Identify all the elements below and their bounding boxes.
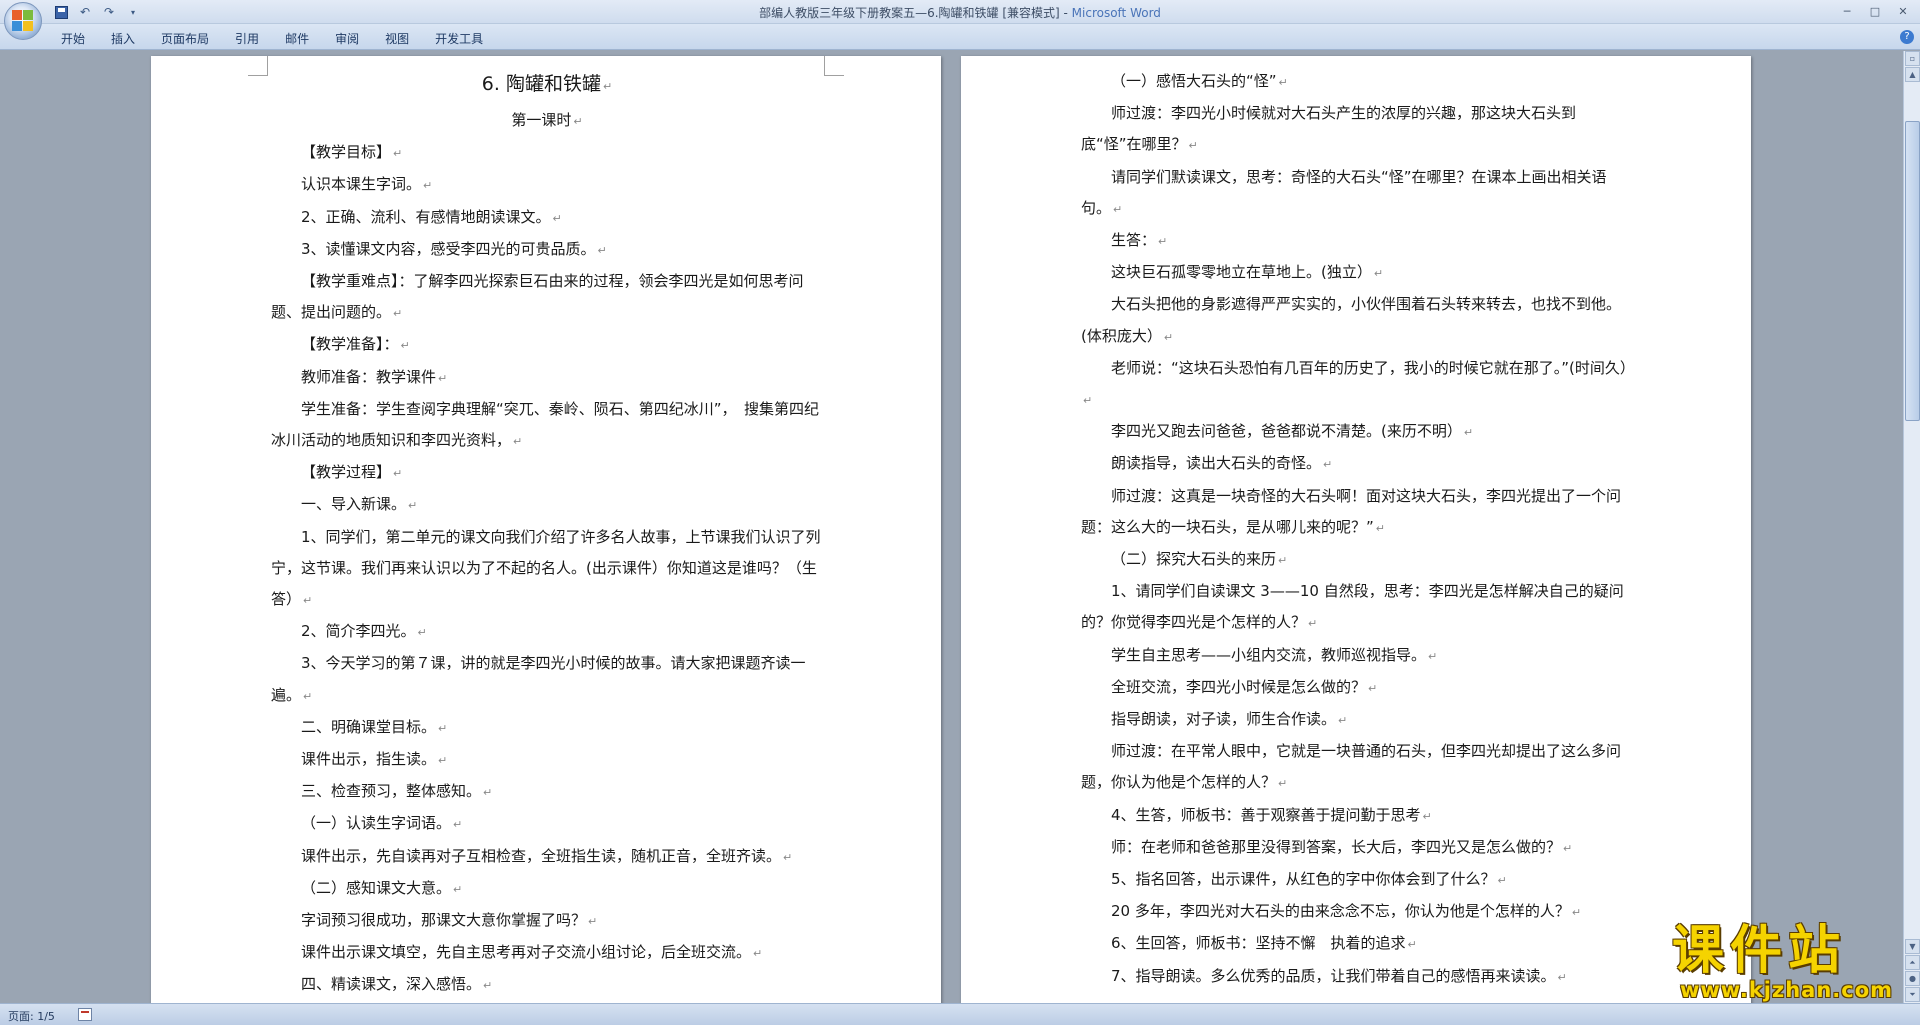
paragraph: 朗读指导，读出大石头的奇怪。 — [1081, 448, 1633, 480]
arrow-down-icon: ▼ — [1909, 942, 1916, 951]
document-area[interactable]: 6. 陶罐和铁罐 第一课时 【教学目标】 认识本课生字词。 2、正确、流利、有感… — [0, 51, 1903, 1003]
office-button[interactable] — [4, 2, 42, 40]
document-title: 部编人教版三年级下册教案五—6.陶罐和铁罐 [兼容模式] - — [759, 6, 1072, 20]
paragraph: 5、指名回答，出示课件，从红色的字中你体会到了什么？ — [1081, 864, 1633, 896]
paragraph: 学生准备：学生查阅字典理解“突兀、秦岭、陨石、第四纪冰川”， 搜集第四纪冰川活动… — [271, 394, 823, 457]
maximize-icon: □ — [1869, 4, 1881, 18]
paragraph: 【教学准备】： — [271, 329, 823, 361]
browse-object-icon: ● — [1909, 974, 1916, 983]
paragraph: （二）探究大石头的来历 — [1081, 544, 1633, 576]
scroll-up-button[interactable]: ▲ — [1905, 67, 1920, 82]
title-bar: ↶ ↷ ▾ 部编人教版三年级下册教案五—6.陶罐和铁罐 [兼容模式] - Mic… — [0, 0, 1920, 24]
paragraph: 一、导入新课。 — [271, 489, 823, 521]
ruler-icon: ▫ — [1909, 54, 1916, 63]
window-title: 部编人教版三年级下册教案五—6.陶罐和铁罐 [兼容模式] - Microsoft… — [0, 4, 1920, 21]
paragraph: 生答： — [1081, 225, 1633, 257]
close-button[interactable]: ✕ — [1890, 2, 1916, 20]
tab-review[interactable]: 审阅 — [322, 28, 372, 49]
paragraph: 师过渡：在平常人眼中，它就是一块普通的石头，但李四光却提出了这么多问题，你认为他… — [1081, 736, 1633, 799]
margin-mark — [248, 56, 268, 76]
scroll-thumb[interactable] — [1905, 121, 1920, 421]
document-heading: 6. 陶罐和铁罐 — [271, 66, 823, 105]
window-controls: ─ □ ✕ — [1834, 2, 1916, 20]
paragraph: 2、正确、流利、有感情地朗读课文。 — [271, 202, 823, 234]
paragraph: 请同学们默读课文，思考：奇怪的大石头“怪”在哪里？在课本上画出相关语句。 — [1081, 162, 1633, 225]
page-indicator[interactable]: 页面: 1/5 — [8, 1008, 55, 1024]
paragraph: 3、读懂课文内容，感受李四光的可贵品质。 — [271, 234, 823, 266]
paragraph: 老师说：“这块石头恐怕有几百年的历史了，我小的时候它就在那了。”(时间久） — [1081, 353, 1635, 416]
tab-view[interactable]: 视图 — [372, 28, 422, 49]
paragraph: 3、今天学习的第７课，讲的就是李四光小时候的故事。请大家把课题齐读一遍。 — [271, 648, 823, 711]
paragraph: 师过渡：这真是一块奇怪的大石头啊！面对这块大石头，李四光提出了一个问题：这么大的… — [1081, 481, 1633, 544]
previous-page-button[interactable]: ⏶ — [1905, 955, 1920, 970]
paragraph: 【教学过程】 — [271, 457, 823, 489]
tab-mailings[interactable]: 邮件 — [272, 28, 322, 49]
page-2-body[interactable]: （一）感悟大石头的“怪” 师过渡：李四光小时候就对大石头产生的浓厚的兴趣，那这块… — [1081, 66, 1635, 993]
next-page-button[interactable]: ⏷ — [1905, 987, 1920, 1002]
tab-references[interactable]: 引用 — [222, 28, 272, 49]
help-icon[interactable]: ? — [1900, 30, 1914, 44]
close-icon: ✕ — [1898, 4, 1908, 18]
paragraph: 6、生回答，师板书：坚持不懈 执着的追求 — [1081, 928, 1633, 960]
watermark-logo: 课件站 www.kjzhan.com — [1672, 922, 1900, 1004]
tab-developer[interactable]: 开发工具 — [422, 28, 496, 49]
minimize-button[interactable]: ─ — [1834, 2, 1860, 20]
paragraph: 课件出示，指生读。 — [271, 744, 823, 776]
watermark-text: 课件站 — [1672, 921, 1847, 981]
paragraph: 认识本课生字词。 — [271, 169, 823, 201]
paragraph: 二、明确课堂目标。 — [271, 712, 823, 744]
tab-home[interactable]: 开始 — [48, 28, 98, 49]
paragraph: 师过渡：李四光小时候就对大石头产生的浓厚的兴趣，那这块大石头到底“怪”在哪里？ — [1081, 98, 1633, 161]
paragraph: 这块巨石孤零零地立在草地上。(独立） — [1081, 257, 1633, 289]
paragraph: （一）感悟大石头的“怪” — [1081, 66, 1633, 98]
paragraph: 指导朗读，对子读，师生合作读。 — [1081, 704, 1633, 736]
double-arrow-down-icon: ⏷ — [1909, 990, 1916, 999]
status-bar: 页面: 1/5 — [0, 1003, 1920, 1025]
arrow-up-icon: ▲ — [1909, 70, 1916, 79]
paragraph: 教师准备：教学课件 — [271, 362, 823, 394]
paragraph: 李四光又跑去问爸爸，爸爸都说不清楚。(来历不明） — [1081, 416, 1633, 448]
paragraph: 课件出示，先自读再对子互相检查，全班指生读，随机正音，全班齐读。 — [271, 841, 823, 873]
paragraph: （二）感知课文大意。 — [271, 873, 823, 905]
paragraph: 课件出示课文填空，先自主思考再对子交流小组讨论，后全班交流。 — [271, 937, 823, 969]
paragraph: 【教学目标】 — [271, 137, 823, 169]
paragraph: （一）认读生字词语。 — [271, 808, 823, 840]
ribbon-tabs: 开始 插入 页面布局 引用 邮件 审阅 视图 开发工具 — [48, 28, 496, 49]
office-logo-icon — [12, 10, 34, 32]
lesson-subtitle: 第一课时 — [271, 105, 823, 137]
proofing-icon[interactable] — [78, 1008, 92, 1021]
scroll-down-button[interactable]: ▼ — [1905, 939, 1920, 954]
paragraph: 大石头把他的身影遮得严严实实的，小伙伴围着石头转来转去，也找不到他。(体积庞大） — [1081, 289, 1633, 352]
tab-page-layout[interactable]: 页面布局 — [148, 28, 222, 49]
paragraph: 20 多年，李四光对大石头的由来念念不忘，你认为他是个怎样的人？ — [1081, 896, 1633, 928]
page-1: 6. 陶罐和铁罐 第一课时 【教学目标】 认识本课生字词。 2、正确、流利、有感… — [151, 56, 941, 1003]
paragraph: 1、同学们，第二单元的课文向我们介绍了许多名人故事，上节课我们认识了列宁，这节课… — [271, 522, 823, 617]
paragraph: 学生自主思考——小组内交流，教师巡视指导。 — [1081, 640, 1633, 672]
paragraph: 7、指导朗读。多么优秀的品质，让我们带着自己的感悟再来读读。 — [1081, 961, 1633, 993]
app-name: Microsoft Word — [1071, 6, 1161, 20]
paragraph: 四、精读课文，深入感悟。 — [271, 969, 823, 1001]
paragraph: 2、简介李四光。 — [271, 616, 823, 648]
paragraph: 1、请同学们自读课文 3——10 自然段，思考：李四光是怎样解决自己的疑问的？你… — [1081, 576, 1633, 639]
browse-object-button[interactable]: ● — [1905, 971, 1920, 986]
paragraph: 【教学重难点】：了解李四光探索巨石由来的过程，领会李四光是如何思考问题、提出问题… — [271, 266, 823, 329]
tab-insert[interactable]: 插入 — [98, 28, 148, 49]
double-arrow-up-icon: ⏶ — [1909, 958, 1916, 967]
paragraph: 师：在老师和爸爸那里没得到答案，长大后，李四光又是怎么做的？ — [1081, 832, 1633, 864]
paragraph: 字词预习很成功，那课文大意你掌握了吗？ — [271, 905, 823, 937]
paragraph: 三、检查预习，整体感知。 — [271, 776, 823, 808]
ribbon: 开始 插入 页面布局 引用 邮件 审阅 视图 开发工具 ? — [0, 24, 1920, 50]
page-1-body[interactable]: 6. 陶罐和铁罐 第一课时 【教学目标】 认识本课生字词。 2、正确、流利、有感… — [271, 66, 823, 1002]
ruler-toggle-button[interactable]: ▫ — [1905, 51, 1920, 66]
watermark-url: www.kjzhan.com — [1680, 978, 1894, 1002]
minimize-icon: ─ — [1843, 4, 1851, 18]
paragraph: 4、生答，师板书：善于观察善于提问勤于思考 — [1081, 800, 1633, 832]
margin-mark — [824, 56, 844, 76]
vertical-scrollbar[interactable]: ▫ ▲ ▼ ⏶ ● ⏷ — [1903, 51, 1920, 1003]
page-2: （一）感悟大石头的“怪” 师过渡：李四光小时候就对大石头产生的浓厚的兴趣，那这块… — [961, 56, 1751, 1003]
maximize-button[interactable]: □ — [1862, 2, 1888, 20]
paragraph: 全班交流，李四光小时候是怎么做的？ — [1081, 672, 1633, 704]
